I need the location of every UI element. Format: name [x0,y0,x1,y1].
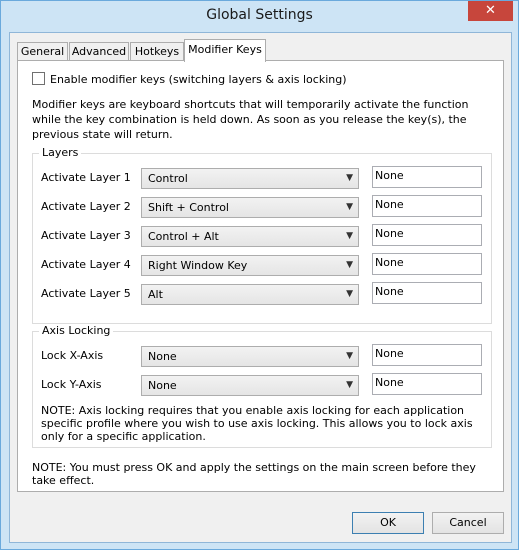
layer-3-modifier-value: Control + Alt [148,230,219,243]
axis-locking-group-title: Axis Locking [39,324,114,337]
layer-4-modifier-select[interactable]: Right Window Key ▼ [141,255,359,276]
tab-modifier-keys[interactable]: Modifier Keys [184,39,266,62]
layers-group: Layers Activate Layer 1 Control ▼ None A… [32,146,492,324]
close-icon: ✕ [485,3,496,18]
chevron-down-icon: ▼ [346,231,353,241]
chevron-down-icon: ▼ [346,289,353,299]
layer-3-key-field[interactable]: None [372,224,482,246]
axis-locking-group: Axis Locking Lock X-Axis None ▼ None Loc… [32,324,492,448]
modifier-keys-panel: Enable modifier keys (switching layers &… [17,60,504,492]
tab-general[interactable]: General [17,42,68,61]
global-settings-window: Global Settings ✕ General Advanced Hotke… [0,0,519,550]
window-title: Global Settings [206,7,313,23]
layer-4-label: Activate Layer 4 [41,258,131,271]
title-bar[interactable]: Global Settings ✕ [1,1,518,32]
layer-2-key-value: None [375,198,404,211]
chevron-down-icon: ▼ [346,173,353,183]
layer-5-key-field[interactable]: None [372,282,482,304]
layer-3-key-value: None [375,227,404,240]
apply-settings-note: NOTE: You must press OK and apply the se… [32,461,476,487]
lock-y-axis-key-field[interactable]: None [372,373,482,395]
ok-button[interactable]: OK [352,512,424,534]
layer-5-label: Activate Layer 5 [41,287,131,300]
layers-group-title: Layers [39,146,82,159]
cancel-button[interactable]: Cancel [432,512,504,534]
layer-4-modifier-value: Right Window Key [148,259,248,272]
layer-1-modifier-value: Control [148,172,188,185]
close-button[interactable]: ✕ [468,1,513,21]
lock-y-axis-label: Lock Y-Axis [41,378,102,391]
chevron-down-icon: ▼ [346,351,353,361]
enable-modifier-keys-label: Enable modifier keys (switching layers &… [50,73,347,86]
tab-advanced[interactable]: Advanced [69,42,129,61]
layer-5-key-value: None [375,285,404,298]
lock-y-axis-modifier-select[interactable]: None ▼ [141,375,359,396]
layer-2-label: Activate Layer 2 [41,200,131,213]
tab-hotkeys[interactable]: Hotkeys [130,42,184,61]
layer-4-key-value: None [375,256,404,269]
layer-2-key-field[interactable]: None [372,195,482,217]
layer-5-modifier-value: Alt [148,288,163,301]
layer-4-key-field[interactable]: None [372,253,482,275]
layer-5-modifier-select[interactable]: Alt ▼ [141,284,359,305]
lock-x-axis-label: Lock X-Axis [41,349,104,362]
lock-x-axis-key-field[interactable]: None [372,344,482,366]
lock-x-axis-modifier-select[interactable]: None ▼ [141,346,359,367]
lock-x-axis-key-value: None [375,347,404,360]
chevron-down-icon: ▼ [346,380,353,390]
dialog-client-area: General Advanced Hotkeys Modifier Keys E… [9,32,512,543]
layer-2-modifier-select[interactable]: Shift + Control ▼ [141,197,359,218]
chevron-down-icon: ▼ [346,202,353,212]
layer-1-key-field[interactable]: None [372,166,482,188]
lock-y-axis-key-value: None [375,376,404,389]
lock-y-axis-modifier-value: None [148,379,177,392]
chevron-down-icon: ▼ [346,260,353,270]
modifier-keys-description: Modifier keys are keyboard shortcuts tha… [32,98,469,141]
enable-modifier-keys-option[interactable]: Enable modifier keys (switching layers &… [32,72,347,86]
layer-2-modifier-value: Shift + Control [148,201,229,214]
layer-3-modifier-select[interactable]: Control + Alt ▼ [141,226,359,247]
layer-1-key-value: None [375,169,404,182]
layer-1-modifier-select[interactable]: Control ▼ [141,168,359,189]
layer-3-label: Activate Layer 3 [41,229,131,242]
enable-modifier-keys-checkbox[interactable] [32,72,45,85]
layer-1-label: Activate Layer 1 [41,171,131,184]
lock-x-axis-modifier-value: None [148,350,177,363]
axis-locking-note: NOTE: Axis locking requires that you ena… [41,404,473,443]
